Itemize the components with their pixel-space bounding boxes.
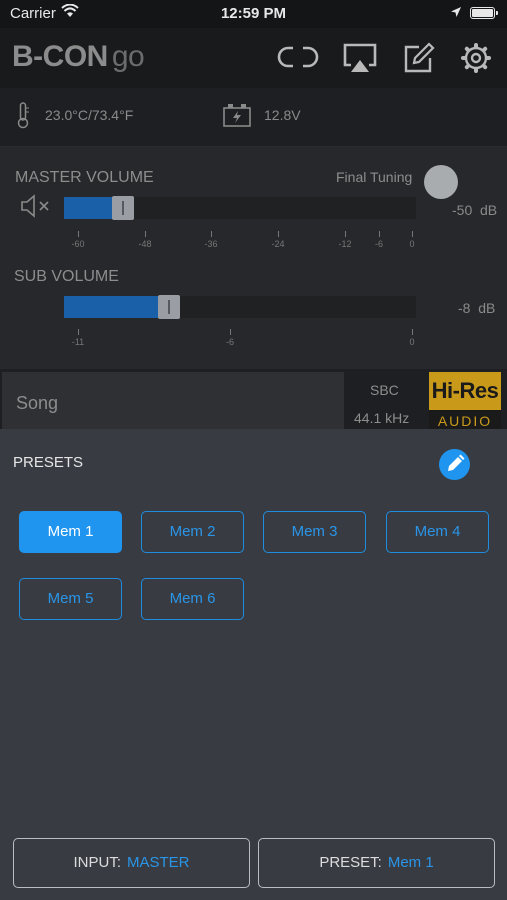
app-logo: B-CON go [12, 40, 145, 74]
tick-label: 0 [409, 239, 415, 249]
scale-tick: -6 [367, 231, 391, 249]
clock: 12:59 PM [220, 5, 287, 22]
preset-value: Mem 1 [387, 854, 434, 871]
song-cell[interactable]: Song [2, 372, 344, 429]
master-volume-readout: -50 dB [452, 202, 497, 218]
tick-label: -24 [271, 239, 285, 249]
final-tuning-label: Final Tuning [336, 169, 413, 185]
battery-icon [470, 7, 498, 19]
tick-mark [210, 231, 212, 237]
logo-sub: go [111, 40, 145, 73]
tick-mark [229, 329, 231, 335]
master-volume-unit: dB [480, 202, 498, 218]
tick-mark [411, 329, 413, 335]
preset-selector-button[interactable]: PRESET: Mem 1 [258, 838, 495, 888]
app-header: B-CON go [0, 28, 507, 88]
sub-volume-readout: -8 dB [458, 300, 495, 316]
tick-label: -36 [204, 239, 218, 249]
settings-gear-icon[interactable] [460, 42, 492, 79]
hi-res-badge-top: Hi-Res [431, 378, 499, 403]
edit-presets-button[interactable] [439, 449, 470, 480]
preset-mem-2[interactable]: Mem 2 [141, 511, 244, 553]
master-volume-label: MASTER VOLUME [15, 169, 154, 186]
tick-label: -60 [71, 239, 85, 249]
input-selector-button[interactable]: INPUT: MASTER [13, 838, 250, 888]
preset-mem-6[interactable]: Mem 6 [141, 578, 244, 620]
logo-main: B-CON [12, 40, 108, 73]
link-icon[interactable] [276, 42, 320, 77]
presets-sheet: PRESETS Mem 1 Mem 2 Mem 3 Mem 4 Mem 5 Me… [0, 429, 507, 900]
thermometer-icon [16, 101, 30, 134]
preset-mem-1[interactable]: Mem 1 [19, 511, 122, 553]
preset-label: PRESET: [319, 854, 382, 871]
hi-res-badge-bottom: AUDIO [429, 410, 501, 429]
master-volume-thumb[interactable] [112, 196, 134, 220]
voltage-value: 12.8V [264, 107, 301, 123]
tick-mark [277, 231, 279, 237]
pencil-icon [448, 454, 465, 471]
tick-mark [344, 231, 346, 237]
song-title: Song [16, 393, 59, 413]
sample-rate-label: 44.1 kHz [354, 410, 410, 426]
scale-tick: -48 [133, 231, 157, 249]
scale-tick: -60 [66, 231, 90, 249]
final-tuning-toggle[interactable] [424, 165, 458, 199]
tick-label: -11 [71, 337, 85, 347]
sub-volume-unit: dB [478, 300, 496, 316]
scale-tick: -6 [218, 329, 242, 347]
battery-voltage-icon [222, 102, 252, 133]
airplay-icon[interactable] [342, 42, 378, 79]
sub-volume-slider[interactable] [64, 295, 416, 319]
scale-tick: 0 [400, 231, 424, 249]
input-value: MASTER [127, 854, 190, 871]
scale-tick: -36 [199, 231, 223, 249]
codec-label: SBC [370, 382, 399, 398]
location-icon [450, 5, 462, 22]
scale-tick: -11 [66, 329, 90, 347]
tick-mark [144, 231, 146, 237]
sub-volume-label: SUB VOLUME [14, 268, 119, 285]
preset-mem-5[interactable]: Mem 5 [19, 578, 122, 620]
tick-mark [378, 231, 380, 237]
tick-mark [411, 231, 413, 237]
tick-label: -6 [225, 337, 234, 347]
tick-mark [77, 231, 79, 237]
preset-mem-3[interactable]: Mem 3 [263, 511, 366, 553]
status-info-bar: 23.0°C/73.4°F 12.8V [0, 88, 507, 147]
mute-icon[interactable] [20, 194, 52, 223]
edit-icon[interactable] [403, 42, 435, 79]
master-volume-value: -50 [452, 202, 473, 218]
master-volume-slider[interactable] [64, 196, 416, 220]
tick-label: -12 [338, 239, 352, 249]
scale-tick: -24 [266, 231, 290, 249]
sub-volume-thumb[interactable] [158, 295, 180, 319]
tick-label: -48 [138, 239, 152, 249]
tick-label: 0 [409, 337, 415, 347]
scale-tick: 0 [400, 329, 424, 347]
tick-label: -6 [374, 239, 383, 249]
temperature-value: 23.0°C/73.4°F [45, 107, 134, 123]
status-bar: Carrier 12:59 PM [0, 0, 507, 28]
sub-volume-value: -8 [458, 300, 471, 316]
input-label: INPUT: [73, 854, 121, 871]
tick-mark [77, 329, 79, 335]
presets-title: PRESETS [13, 454, 84, 471]
hi-res-audio-badge: Hi-Res AUDIO [429, 372, 501, 429]
preset-mem-4[interactable]: Mem 4 [386, 511, 489, 553]
scale-tick: -12 [333, 231, 357, 249]
